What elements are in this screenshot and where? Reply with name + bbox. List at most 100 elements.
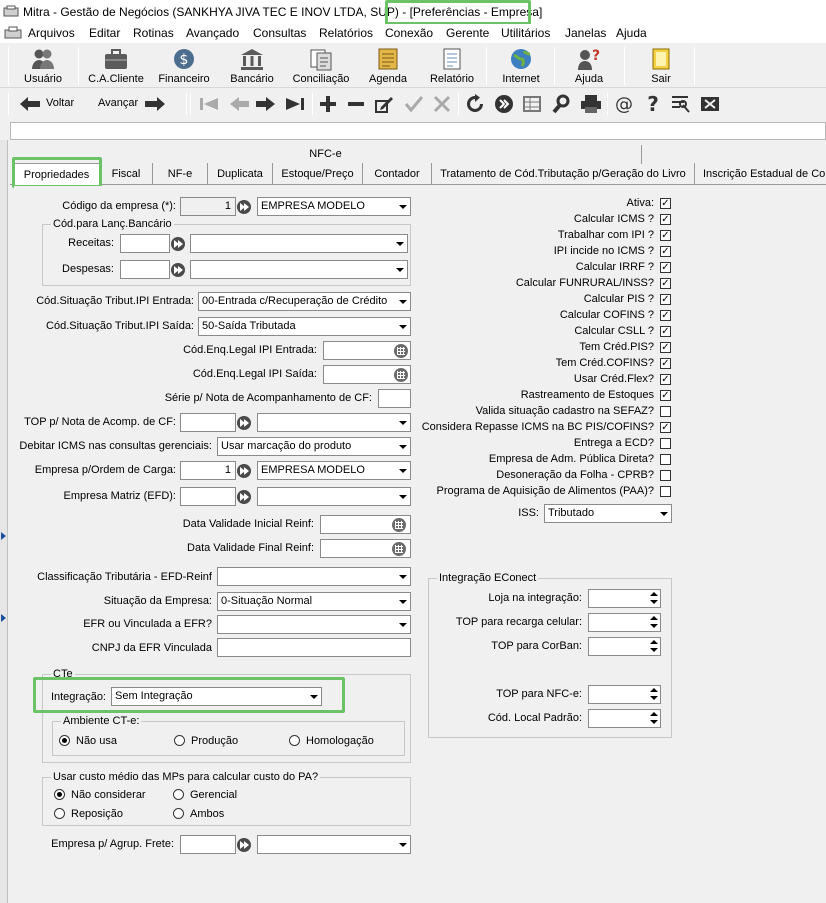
menu-arquivos[interactable]: Arquivos <box>28 26 75 40</box>
tab-fiscal[interactable]: Fiscal <box>100 163 153 185</box>
flag-checkbox[interactable] <box>660 470 671 481</box>
flag-checkbox[interactable]: ✓ <box>660 326 671 337</box>
agrup-frete-combo[interactable] <box>257 835 411 854</box>
menu-ajuda[interactable]: Ajuda <box>616 26 647 40</box>
chevron-down-icon[interactable] <box>394 568 410 585</box>
flag-checkbox[interactable]: ✓ <box>660 214 671 225</box>
previous-record-icon[interactable] <box>228 95 250 113</box>
agenda-button[interactable]: Agenda <box>360 45 416 87</box>
usuario-button[interactable]: Usuário <box>12 45 74 87</box>
email-icon[interactable]: @ <box>613 93 635 115</box>
chevron-down-icon[interactable] <box>655 505 671 522</box>
despesas-lookup-icon[interactable] <box>171 263 185 277</box>
validade-final-calendar-icon[interactable] <box>392 542 406 556</box>
codigo-empresa-input[interactable]: 1 <box>180 197 236 216</box>
menu-utilitarios[interactable]: Utilitários <box>501 26 550 40</box>
receitas-input[interactable] <box>120 234 170 253</box>
chevron-down-icon[interactable] <box>394 836 410 853</box>
menu-janelas[interactable]: Janelas <box>565 26 606 40</box>
codigo-empresa-name[interactable]: EMPRESA MODELO <box>257 197 411 216</box>
ambiente-nao-usa-radio[interactable] <box>59 735 70 746</box>
edit-icon[interactable] <box>374 95 394 113</box>
flag-checkbox[interactable]: ✓ <box>660 246 671 257</box>
flag-checkbox[interactable]: ✓ <box>660 262 671 273</box>
ccliente-button[interactable]: C.A.Cliente <box>84 45 148 87</box>
econect-corban-spinner-icon[interactable] <box>647 637 660 656</box>
menu-avancado[interactable]: Avançado <box>186 26 239 40</box>
top-nota-combo[interactable] <box>257 413 411 432</box>
avancar-button[interactable]: Avançar <box>98 93 168 115</box>
cnpj-efr-input[interactable] <box>217 638 411 657</box>
flag-checkbox[interactable]: ✓ <box>660 278 671 289</box>
debitar-icms-combo[interactable]: Usar marcação do produto <box>217 437 411 456</box>
app-menu-icon[interactable] <box>4 26 22 40</box>
ambiente-producao-radio[interactable] <box>174 735 185 746</box>
receitas-lookup-icon[interactable] <box>171 237 185 251</box>
expand-panel-icon[interactable] <box>1 532 7 540</box>
validade-inicial-calendar-icon[interactable] <box>392 518 406 532</box>
sair-button[interactable]: Sair <box>632 45 690 87</box>
relatorio-button[interactable]: Relatório <box>422 45 482 87</box>
voltar-button[interactable]: Voltar <box>18 93 78 115</box>
add-icon[interactable] <box>318 95 338 113</box>
internet-button[interactable]: Internet <box>492 45 550 87</box>
custo-reposicao-radio[interactable] <box>54 808 65 819</box>
flag-checkbox[interactable] <box>660 486 671 497</box>
receitas-combo[interactable] <box>190 234 408 253</box>
custo-gerencial-radio[interactable] <box>173 789 184 800</box>
ordem-carga-name[interactable]: EMPRESA MODELO <box>257 461 411 480</box>
menu-consultas[interactable]: Consultas <box>253 26 306 40</box>
conciliacao-button[interactable]: Conciliação <box>286 45 356 87</box>
flag-checkbox[interactable]: ✓ <box>660 198 671 209</box>
last-record-icon[interactable] <box>284 95 306 113</box>
iss-combo[interactable]: Tributado <box>544 504 672 523</box>
despesas-input[interactable] <box>120 260 170 279</box>
econect-loja-spinner-icon[interactable] <box>647 589 660 608</box>
tab-nfe[interactable]: NF-e <box>153 163 208 185</box>
tab-inscricao-estadual[interactable]: Inscrição Estadual de Cor <box>695 163 826 185</box>
top-nota-input[interactable] <box>180 413 236 432</box>
integracao-combo[interactable]: Sem Integração <box>111 687 322 706</box>
ipi-saida-combo[interactable]: 50-Saída Tributada <box>198 317 411 336</box>
econect-recarga-spinner-icon[interactable] <box>647 613 660 632</box>
flag-checkbox[interactable] <box>660 438 671 449</box>
print-icon[interactable] <box>580 94 602 114</box>
flag-checkbox[interactable]: ✓ <box>660 230 671 241</box>
situacao-empresa-combo[interactable]: 0-Situação Normal <box>217 592 411 611</box>
efr-combo[interactable] <box>217 615 411 634</box>
agrup-frete-input[interactable] <box>180 835 236 854</box>
despesas-combo[interactable] <box>190 260 408 279</box>
flag-checkbox[interactable]: ✓ <box>660 422 671 433</box>
ordem-carga-input[interactable]: 1 <box>180 461 236 480</box>
remove-icon[interactable] <box>346 95 366 113</box>
flag-checkbox[interactable]: ✓ <box>660 374 671 385</box>
ordem-carga-lookup-icon[interactable] <box>237 464 251 478</box>
econect-local-spinner-icon[interactable] <box>647 709 660 728</box>
agrup-frete-lookup-icon[interactable] <box>237 838 251 852</box>
help-question-icon[interactable]: ? <box>642 93 664 115</box>
flag-checkbox[interactable]: ✓ <box>660 294 671 305</box>
confirm-icon[interactable] <box>404 95 424 113</box>
chevron-down-icon[interactable] <box>394 593 410 610</box>
next-record-icon[interactable] <box>255 95 277 113</box>
custo-ambos-radio[interactable] <box>173 808 184 819</box>
search-icon[interactable] <box>552 94 572 114</box>
chevron-down-icon[interactable] <box>305 688 321 705</box>
chevron-down-icon[interactable] <box>394 616 410 633</box>
tab-tratamento[interactable]: Tratamento de Cód.Tributação p/Geração d… <box>432 163 695 185</box>
tab-estoque-preco[interactable]: Estoque/Preço <box>273 163 363 185</box>
ajuda-button[interactable]: ? Ajuda <box>560 45 618 87</box>
flag-checkbox[interactable] <box>660 406 671 417</box>
tab-propriedades[interactable]: Propriedades <box>13 163 100 186</box>
ipi-entrada-combo[interactable]: 00-Entrada c/Recuperação de Crédito <box>198 292 411 311</box>
first-record-icon[interactable] <box>198 95 220 113</box>
custo-nao-considerar-radio[interactable] <box>54 789 65 800</box>
class-trib-combo[interactable] <box>217 567 411 586</box>
flag-checkbox[interactable] <box>660 454 671 465</box>
empresa-matriz-lookup-icon[interactable] <box>237 490 251 504</box>
cancel-icon[interactable] <box>432 95 452 113</box>
collapse-panel-icon[interactable] <box>1 614 7 622</box>
comment-icon[interactable] <box>670 94 692 114</box>
empresa-matriz-input[interactable] <box>180 487 236 506</box>
export-excel-icon[interactable] <box>700 94 722 114</box>
